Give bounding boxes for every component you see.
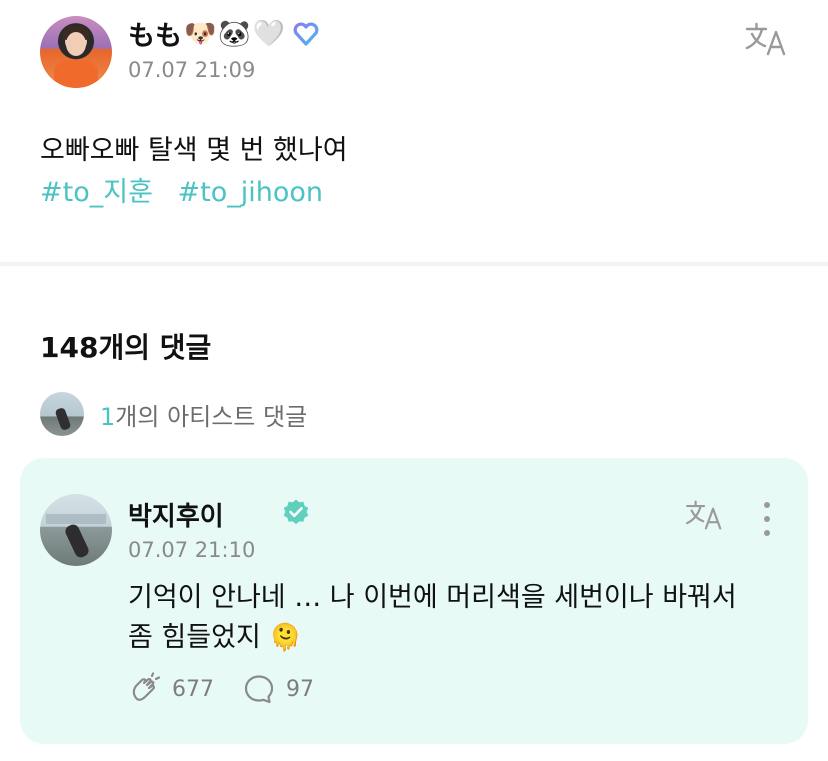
comment-text-line-2-wrapper: 좀 힘들었지 🫠 (128, 618, 788, 658)
comment-stats: 677 97 (128, 672, 342, 706)
applause-icon[interactable] (128, 672, 162, 706)
artist-comments-link[interactable]: 1개의 아티스트 댓글 (40, 392, 307, 436)
comment-timestamp: 07.07 21:10 (128, 538, 256, 562)
translate-icon[interactable] (744, 20, 790, 58)
commenter-name[interactable]: 박지후이 (128, 496, 224, 533)
melting-face-emoji: 🫠 (269, 623, 302, 653)
like-count: 677 (172, 676, 214, 702)
hashtag-to-jihoon[interactable]: #to_jihoon (178, 177, 324, 208)
artist-comments-label[interactable]: 1개의 아티스트 댓글 (100, 397, 307, 432)
reply-count: 97 (286, 676, 314, 702)
panda-emoji: 🐼 (218, 18, 251, 49)
author-name-row[interactable]: もも 🐶 🐼 🤍 (128, 14, 321, 53)
hashtag-to-jihoon-korean[interactable]: #to_지훈 (40, 177, 153, 208)
author-avatar[interactable] (40, 16, 112, 88)
artist-comment-text: 개의 아티스트 댓글 (115, 402, 308, 431)
post-body: 오빠오빠 탈색 몇 번 했나여 (40, 135, 348, 166)
comment-bubble-icon[interactable] (242, 672, 276, 706)
artist-comment-count: 1 (100, 402, 116, 431)
comment-text: 기억이 안나네 … 나 이번에 머리색을 세번이나 바꿔서 좀 힘들었지 🫠 (128, 578, 788, 658)
artist-comment-card: 박지후이 07.07 21:10 기억이 안나네 … 나 이번에 머리색을 세번… (20, 458, 808, 744)
comment-text-line-1: 기억이 안나네 … 나 이번에 머리색을 세번이나 바꿔서 (128, 582, 737, 613)
commenter-avatar[interactable] (40, 494, 112, 566)
comment-count: 148개의 댓글 (40, 331, 212, 364)
comment-translate-icon[interactable] (684, 498, 726, 532)
section-divider (0, 262, 828, 266)
hashtags: #to_지훈 #to_jihoon (40, 170, 339, 209)
more-vertical-icon[interactable] (762, 502, 772, 536)
post-timestamp: 07.07 21:09 (128, 58, 256, 82)
post: もも 🐶 🐼 🤍 07.07 21:09 오빠오빠 탈색 몇 번 했나여 #to… (0, 0, 828, 262)
dog-emoji: 🐶 (184, 18, 217, 49)
artist-avatar (40, 392, 84, 436)
white-heart-emoji: 🤍 (252, 18, 286, 49)
author-name[interactable]: もも (128, 14, 182, 53)
weverse-heart-icon (293, 22, 319, 46)
verified-check-icon (283, 499, 309, 525)
comment-text-line-2: 좀 힘들었지 (128, 622, 261, 653)
